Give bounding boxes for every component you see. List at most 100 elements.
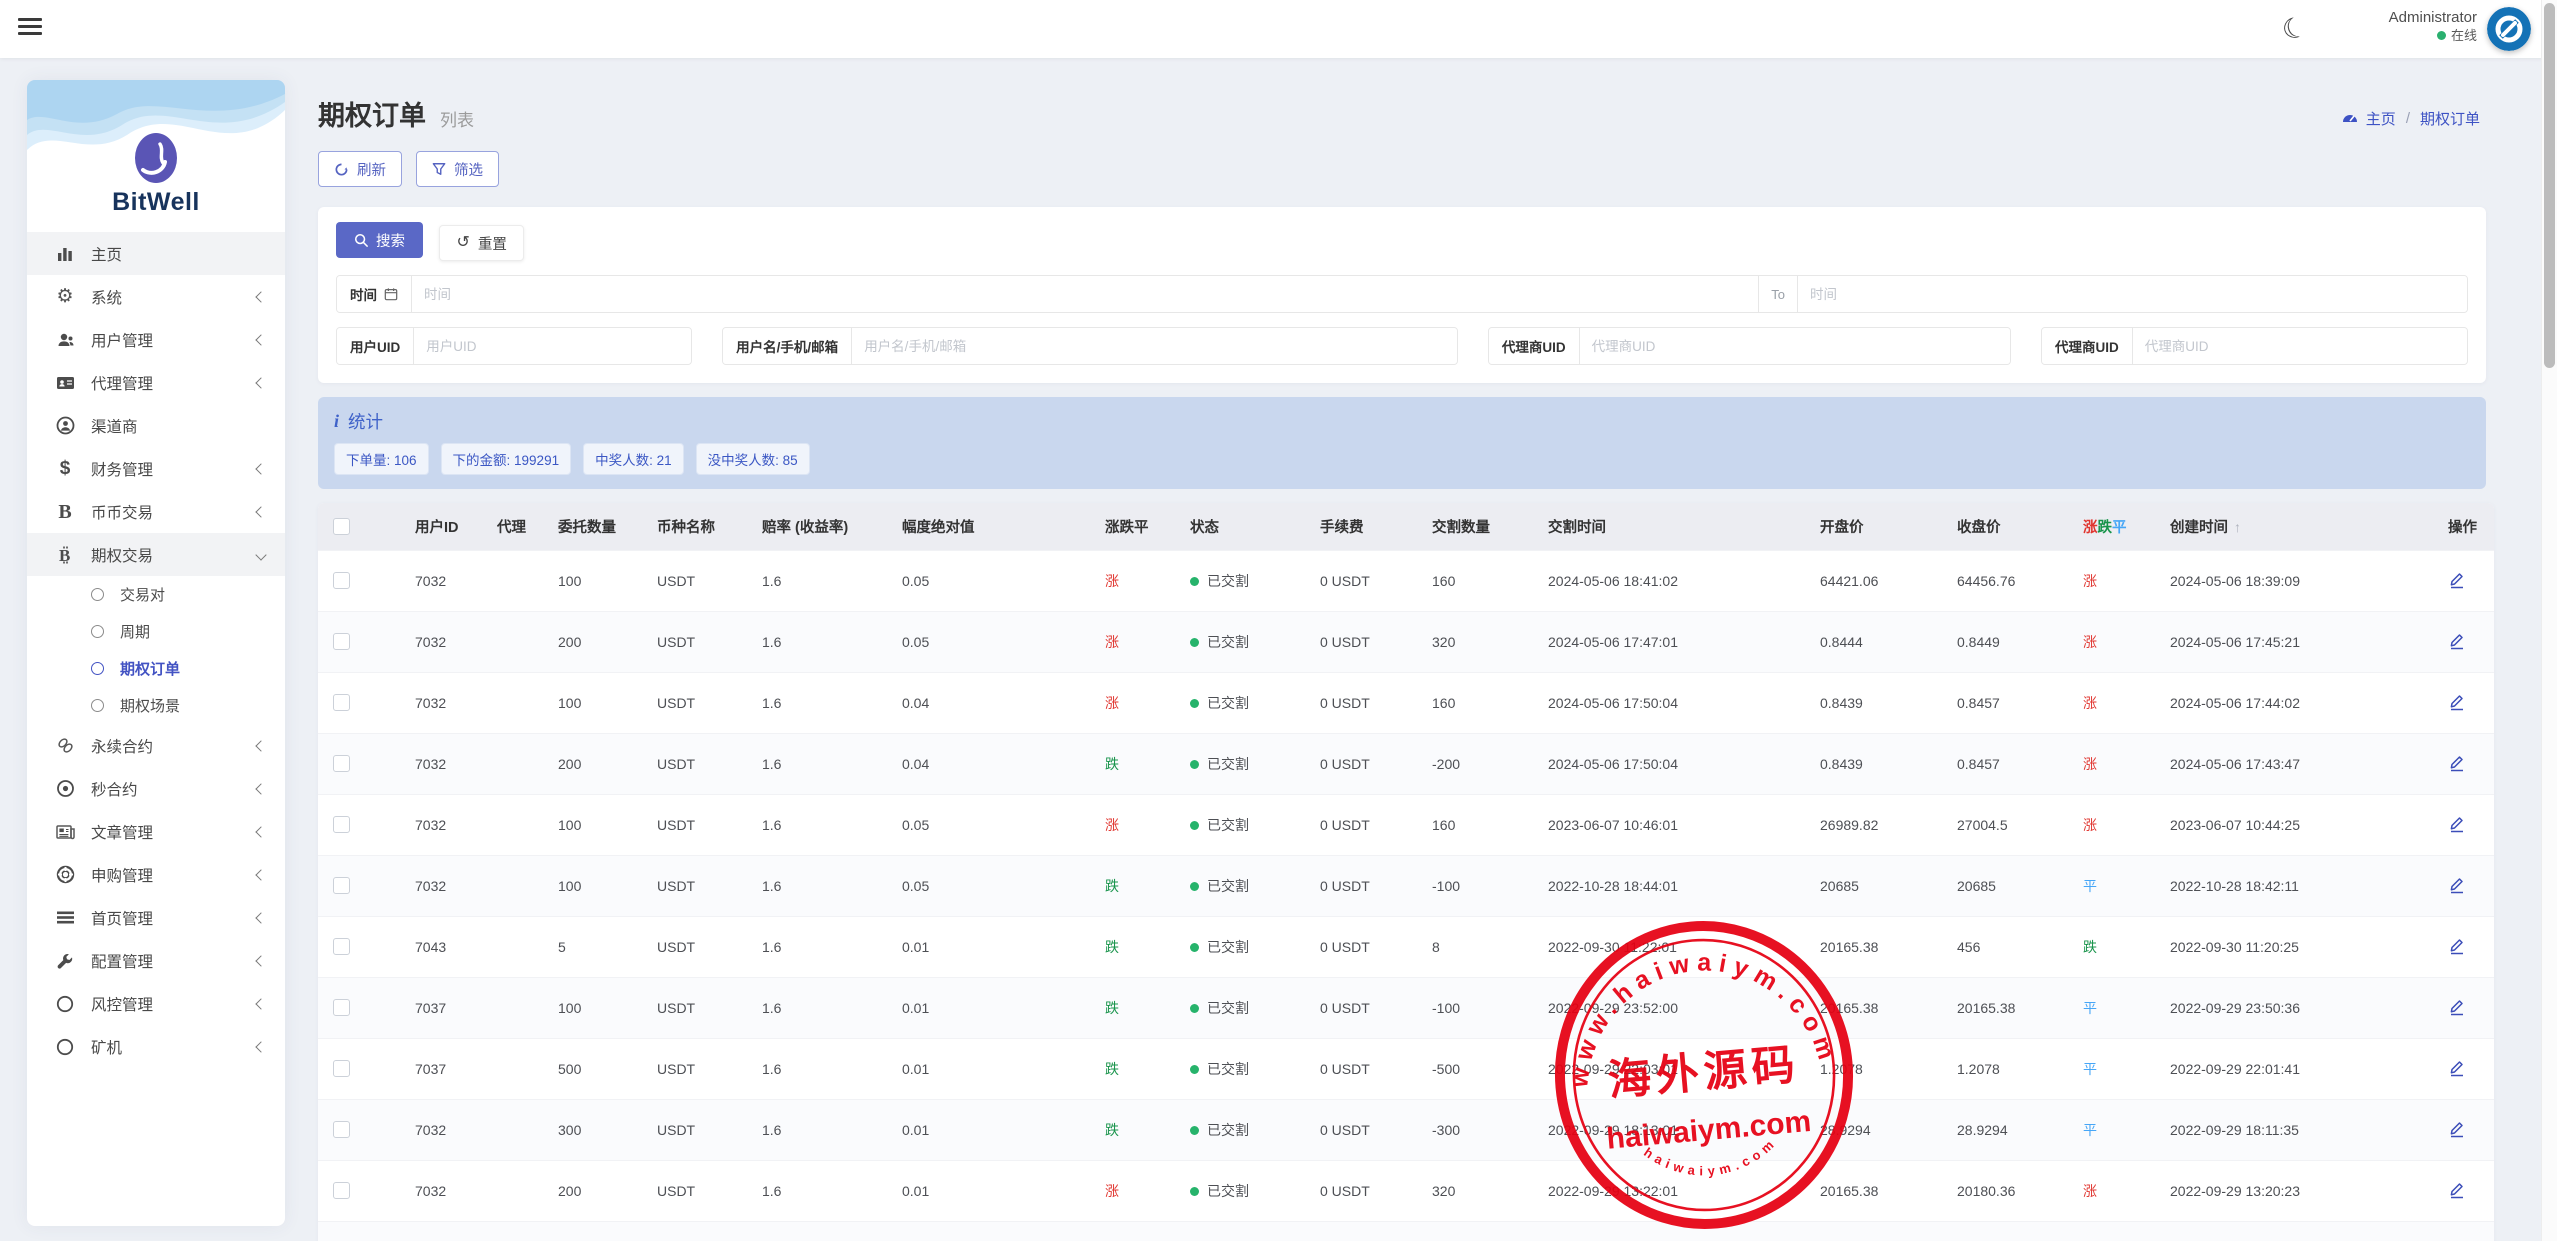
row-checkbox[interactable]	[333, 816, 350, 833]
row-checkbox[interactable]	[333, 999, 350, 1016]
cell-fee: 0 USDT	[1320, 550, 1432, 611]
sidebar-item-channel[interactable]: 渠道商	[27, 404, 285, 447]
cell-value: 0 USDT	[1320, 878, 1370, 894]
chevron-left-icon	[255, 1041, 266, 1052]
dollar-icon: $	[53, 459, 77, 478]
column-header-amount: 委托数量	[558, 503, 657, 550]
sidebar-item-subscribe[interactable]: 申购管理	[27, 853, 285, 896]
edit-button[interactable]	[2448, 1058, 2465, 1080]
sort-asc-icon[interactable]: ↑	[2234, 519, 2241, 535]
sidebar-item-miner[interactable]: 矿机	[27, 1025, 285, 1068]
cell-value: 0 USDT	[1320, 939, 1370, 955]
avatar[interactable]	[2487, 7, 2531, 51]
sidebar-item-articles[interactable]: 文章管理	[27, 810, 285, 853]
edit-button[interactable]	[2448, 570, 2465, 592]
sidebar-item-home[interactable]: 主页	[27, 232, 285, 275]
sidebar-item-agents[interactable]: 代理管理	[27, 361, 285, 404]
row-checkbox[interactable]	[333, 1182, 350, 1199]
cell-amount: 200	[558, 733, 657, 794]
date-to-input[interactable]	[1798, 276, 2467, 312]
dark-mode-moon-icon[interactable]: ☾	[2277, 9, 2311, 48]
cell-open: 28.9294	[1820, 1099, 1957, 1160]
updown-value: 涨	[2083, 573, 2097, 589]
updown-value: 涨	[2083, 817, 2097, 833]
cell-amplitude: 0.01	[902, 1099, 1105, 1160]
column-header-created[interactable]: 创建时间↑	[2170, 503, 2448, 550]
edit-button[interactable]	[2448, 997, 2465, 1019]
scrollbar-track[interactable]	[2541, 0, 2557, 1241]
agent-uid-input-1[interactable]	[1580, 328, 2010, 364]
sidebar-item-risk[interactable]: 风控管理	[27, 982, 285, 1025]
column-header-action: 操作	[2448, 503, 2494, 550]
cell-settle_amount: 160	[1432, 794, 1548, 855]
sidebar-item-config[interactable]: 配置管理	[27, 939, 285, 982]
agent-uid-input-2[interactable]	[2133, 328, 2467, 364]
sidebar-item-perpetual[interactable]: 永续合约	[27, 724, 285, 767]
row-checkbox[interactable]	[333, 694, 350, 711]
sidebar-item-users[interactable]: 用户管理	[27, 318, 285, 361]
cell-result: 平	[2083, 977, 2170, 1038]
user-name-input[interactable]	[852, 328, 1457, 364]
status-dot-icon	[1190, 1004, 1199, 1013]
row-checkbox[interactable]	[333, 755, 350, 772]
pencil-edit-icon	[2448, 997, 2465, 1016]
cell-value: 20165.38	[1957, 1000, 2015, 1016]
cell-open: 20165.38	[1820, 916, 1957, 977]
cell-open: 0.8439	[1820, 733, 1957, 794]
scrollbar-thumb[interactable]	[2544, 3, 2555, 368]
edit-button[interactable]	[2448, 1119, 2465, 1141]
cell-settle_time: 2024-05-06 17:47:01	[1548, 611, 1820, 672]
cell-value: 7032	[415, 1183, 446, 1199]
row-checkbox[interactable]	[333, 877, 350, 894]
row-checkbox[interactable]	[333, 1060, 350, 1077]
cell-user_id: 7032	[415, 794, 497, 855]
sidebar-subitem-期权场景[interactable]: 期权场景	[27, 687, 285, 724]
edit-button[interactable]	[2448, 814, 2465, 836]
cell-value: 100	[558, 573, 581, 589]
sidebar-item-finance[interactable]: $财务管理	[27, 447, 285, 490]
select-all-checkbox[interactable]	[333, 518, 350, 535]
breadcrumb-home-link[interactable]: 主页	[2366, 108, 2396, 129]
filter-button[interactable]: 筛选	[416, 151, 499, 187]
edit-button[interactable]	[2448, 692, 2465, 714]
sidebar-item-seconds[interactable]: 秒合约	[27, 767, 285, 810]
row-checkbox[interactable]	[333, 938, 350, 955]
cell-close: 20685	[1957, 855, 2083, 916]
cell-updown: 涨	[1105, 794, 1190, 855]
hamburger-menu-icon[interactable]	[18, 18, 42, 38]
column-header-label: 手续费	[1320, 520, 1364, 536]
cell-close: 64456.76	[1957, 550, 2083, 611]
reset-button[interactable]: ↺ 重置	[439, 225, 523, 261]
sidebar-item-spot[interactable]: B币币交易	[27, 490, 285, 533]
chevron-left-icon	[255, 291, 266, 302]
user-uid-input[interactable]	[414, 328, 691, 364]
column-header-label: 涨跌平	[1105, 520, 1149, 536]
sidebar-item-options[interactable]: B期权交易	[27, 533, 285, 576]
sidebar-item-label: 申购管理	[91, 864, 257, 886]
edit-button[interactable]	[2448, 875, 2465, 897]
refresh-button[interactable]: 刷新	[318, 151, 402, 187]
row-checkbox[interactable]	[333, 633, 350, 650]
search-button[interactable]: 搜索	[336, 222, 423, 258]
row-checkbox[interactable]	[333, 1121, 350, 1138]
cell-coin: USDT	[657, 550, 762, 611]
sidebar-item-system[interactable]: ⚙系统	[27, 275, 285, 318]
sidebar-item-homepage[interactable]: 首页管理	[27, 896, 285, 939]
sidebar-subitem-期权订单[interactable]: 期权订单	[27, 650, 285, 687]
edit-button[interactable]	[2448, 631, 2465, 653]
edit-button[interactable]	[2448, 1180, 2465, 1202]
edit-button[interactable]	[2448, 753, 2465, 775]
edit-button[interactable]	[2448, 936, 2465, 958]
sidebar-subitem-交易对[interactable]: 交易对	[27, 576, 285, 613]
row-checkbox[interactable]	[333, 572, 350, 589]
chevron-left-icon	[255, 334, 266, 345]
cell-amount: 300	[558, 1099, 657, 1160]
cell-user_id: 7037	[415, 1038, 497, 1099]
cell-created: 2023-06-07 10:44:25	[2170, 794, 2448, 855]
admin-block[interactable]: Administrator 在线	[2389, 9, 2477, 44]
sidebar-subitem-周期[interactable]: 周期	[27, 613, 285, 650]
date-from-input[interactable]	[412, 276, 1758, 312]
cell-coin: USDT	[657, 1099, 762, 1160]
cell-settle_time: 2022-09-29 18:13:01	[1548, 1099, 1820, 1160]
search-panel: 搜索 ↺ 重置 时间 To	[318, 207, 2486, 383]
